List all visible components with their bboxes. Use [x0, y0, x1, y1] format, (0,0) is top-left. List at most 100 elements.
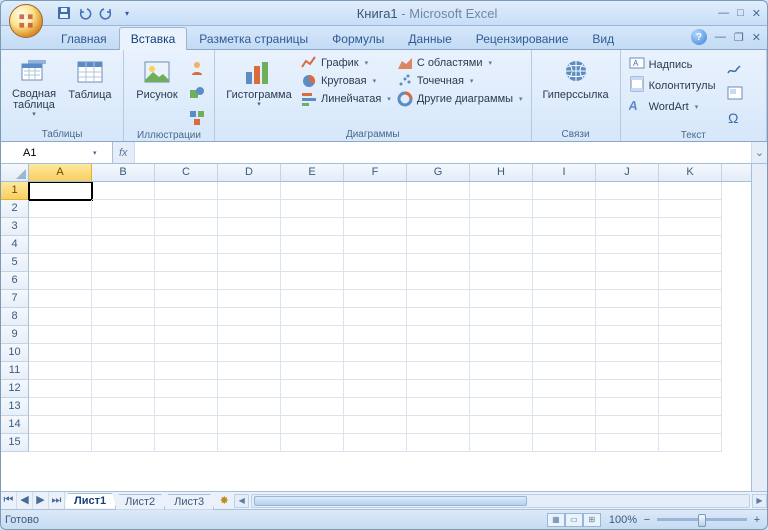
save-icon[interactable] — [55, 4, 73, 22]
cell[interactable] — [596, 344, 659, 362]
cell[interactable] — [596, 254, 659, 272]
page-layout-view-icon[interactable]: ▭ — [565, 513, 583, 527]
row-header[interactable]: 13 — [1, 398, 29, 416]
cell[interactable] — [281, 218, 344, 236]
cell[interactable] — [281, 344, 344, 362]
col-header[interactable]: B — [92, 164, 155, 181]
cell[interactable] — [281, 362, 344, 380]
cell[interactable] — [470, 308, 533, 326]
cell[interactable] — [407, 218, 470, 236]
cell[interactable] — [596, 290, 659, 308]
cell[interactable] — [218, 362, 281, 380]
cell[interactable] — [407, 434, 470, 452]
cell[interactable] — [29, 290, 92, 308]
shapes-icon[interactable] — [186, 82, 208, 104]
tab-данные[interactable]: Данные — [396, 27, 463, 49]
zoom-out-icon[interactable]: − — [641, 514, 653, 526]
cell[interactable] — [533, 326, 596, 344]
bar-chart-button[interactable]: Линейчатая▾ — [299, 90, 393, 108]
cell[interactable] — [281, 308, 344, 326]
cell[interactable] — [218, 398, 281, 416]
cell[interactable] — [29, 254, 92, 272]
select-all-corner[interactable] — [1, 164, 29, 181]
cell[interactable] — [92, 398, 155, 416]
cell[interactable] — [92, 290, 155, 308]
cell[interactable] — [92, 308, 155, 326]
cell[interactable] — [596, 272, 659, 290]
cell[interactable] — [281, 398, 344, 416]
undo-icon[interactable] — [76, 4, 94, 22]
cell[interactable] — [218, 182, 281, 200]
textbox-button[interactable]: AНадпись — [627, 54, 718, 75]
cell[interactable] — [659, 344, 722, 362]
cell[interactable] — [596, 434, 659, 452]
tab-разметка страницы[interactable]: Разметка страницы — [187, 27, 320, 49]
cell[interactable] — [92, 380, 155, 398]
cell[interactable] — [470, 398, 533, 416]
cell[interactable] — [659, 236, 722, 254]
row-header[interactable]: 2 — [1, 200, 29, 218]
cell[interactable] — [29, 236, 92, 254]
cell[interactable] — [659, 218, 722, 236]
cell[interactable] — [29, 200, 92, 218]
cell[interactable] — [29, 380, 92, 398]
hscroll-right-icon[interactable]: ▶ — [752, 494, 767, 508]
other-charts-button[interactable]: Другие диаграммы▾ — [395, 90, 525, 108]
col-header[interactable]: F — [344, 164, 407, 181]
child-restore-icon[interactable]: ❐ — [734, 31, 744, 44]
hyperlink-button[interactable]: Гиперссылка — [538, 54, 614, 101]
cell[interactable] — [344, 434, 407, 452]
tab-рецензирование[interactable]: Рецензирование — [464, 27, 581, 49]
symbol-icon[interactable]: Ω — [724, 107, 746, 129]
cell[interactable] — [29, 308, 92, 326]
cell[interactable] — [659, 416, 722, 434]
cell[interactable] — [344, 272, 407, 290]
cell[interactable] — [218, 218, 281, 236]
cell[interactable] — [470, 362, 533, 380]
sheet-tab[interactable]: Лист1 — [64, 493, 116, 509]
close-icon[interactable]: ✕ — [752, 7, 761, 20]
col-header[interactable]: H — [470, 164, 533, 181]
cell[interactable] — [659, 398, 722, 416]
cell[interactable] — [407, 398, 470, 416]
new-sheet-icon[interactable]: ✸ — [214, 494, 234, 507]
cell[interactable] — [92, 254, 155, 272]
header-footer-button[interactable]: Колонтитулы — [627, 75, 718, 96]
cell[interactable] — [533, 200, 596, 218]
cell[interactable] — [659, 362, 722, 380]
pie-chart-button[interactable]: Круговая▾ — [299, 72, 393, 90]
tab-формулы[interactable]: Формулы — [320, 27, 396, 49]
scatter-chart-button[interactable]: Точечная▾ — [395, 72, 525, 90]
cell[interactable] — [344, 182, 407, 200]
cell[interactable] — [155, 254, 218, 272]
cell[interactable] — [92, 272, 155, 290]
name-box[interactable]: ▾ — [1, 142, 113, 163]
cell[interactable] — [155, 416, 218, 434]
cell[interactable] — [29, 344, 92, 362]
cell[interactable] — [407, 308, 470, 326]
col-header[interactable]: A — [29, 164, 92, 181]
row-header[interactable]: 4 — [1, 236, 29, 254]
cell[interactable] — [344, 398, 407, 416]
redo-icon[interactable] — [97, 4, 115, 22]
cell[interactable] — [92, 344, 155, 362]
cell[interactable] — [659, 254, 722, 272]
col-header[interactable]: C — [155, 164, 218, 181]
cell[interactable] — [281, 434, 344, 452]
cell[interactable] — [470, 434, 533, 452]
signature-icon[interactable] — [724, 57, 746, 79]
cell[interactable] — [470, 236, 533, 254]
cell[interactable] — [29, 218, 92, 236]
cell[interactable] — [344, 200, 407, 218]
hscroll-left-icon[interactable]: ◀ — [234, 494, 249, 508]
cell[interactable] — [155, 326, 218, 344]
cell[interactable] — [596, 218, 659, 236]
cell[interactable] — [281, 254, 344, 272]
cell[interactable] — [344, 380, 407, 398]
cell[interactable] — [92, 416, 155, 434]
zoom-level[interactable]: 100% — [609, 514, 637, 526]
cell[interactable] — [533, 272, 596, 290]
cell[interactable] — [659, 326, 722, 344]
cell[interactable] — [344, 326, 407, 344]
cell[interactable] — [155, 200, 218, 218]
